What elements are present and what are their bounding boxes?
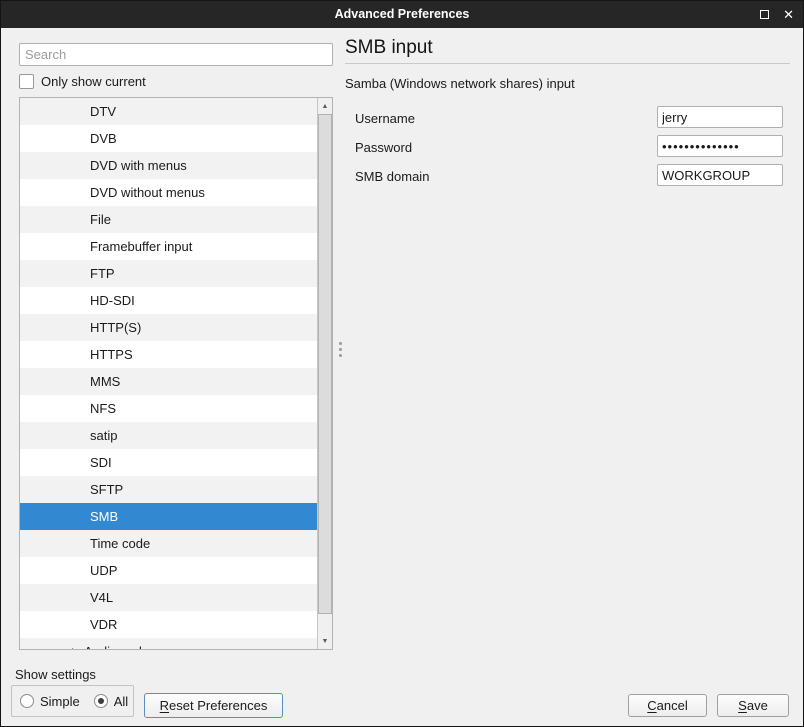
only-show-current-label: Only show current [41, 74, 146, 89]
tree-item[interactable]: HD-SDI [20, 287, 317, 314]
tree-item-label: HTTP(S) [90, 320, 141, 335]
show-settings-label: Show settings [15, 667, 96, 682]
tree-item-label: VDR [90, 617, 117, 632]
reset-button-label: eset Preferences [169, 698, 267, 713]
tree-item-label: DVB [90, 131, 117, 146]
scroll-up-button[interactable]: ▲ [318, 98, 332, 114]
tree-item[interactable]: DTV [20, 98, 317, 125]
tree-item-label: HD-SDI [90, 293, 135, 308]
reset-preferences-button[interactable]: Reset Preferences [144, 693, 283, 718]
tree-item-label: File [90, 212, 111, 227]
splitter-dot [339, 354, 342, 357]
save-button-label: ave [747, 698, 768, 713]
password-field[interactable] [657, 135, 783, 157]
tree-item-label: HTTPS [90, 347, 133, 362]
simple-radio[interactable] [20, 694, 34, 708]
tree-item[interactable]: Time code [20, 530, 317, 557]
tree-item[interactable]: SFTP [20, 476, 317, 503]
save-button-mnemonic: S [738, 698, 747, 713]
close-icon: ✕ [783, 7, 794, 22]
page-subtitle: Samba (Windows network shares) input [345, 76, 575, 91]
maximize-button[interactable] [760, 6, 769, 24]
titlebar: Advanced Preferences ✕ [1, 1, 803, 28]
tree-item-label: Time code [90, 536, 150, 551]
tree-item-label: UDP [90, 563, 117, 578]
cancel-button[interactable]: Cancel [628, 694, 707, 717]
page-title: SMB input [345, 37, 433, 59]
tree-item-label: NFS [90, 401, 116, 416]
tree-item-label: DVD with menus [90, 158, 187, 173]
splitter-dot [339, 342, 342, 345]
tree-item-selected[interactable]: SMB [20, 503, 317, 530]
tree-item[interactable]: HTTPS [20, 341, 317, 368]
expander-icon [72, 648, 77, 650]
tree-rows: DTV DVB DVD with menus DVD without menus… [20, 98, 317, 649]
arrow-down-icon: ▼ [322, 638, 329, 645]
tree-item[interactable]: V4L [20, 584, 317, 611]
cancel-button-mnemonic: C [647, 698, 656, 713]
scroll-down-button[interactable]: ▼ [318, 633, 332, 649]
username-field[interactable] [657, 106, 783, 128]
tree-item[interactable]: VDR [20, 611, 317, 638]
tree-item-label: SDI [90, 455, 112, 470]
advanced-preferences-window: Advanced Preferences ✕ Only show current… [0, 0, 804, 727]
tree-item[interactable]: satip [20, 422, 317, 449]
splitter-dot [339, 348, 342, 351]
tree-item-label: MMS [90, 374, 120, 389]
tree-item[interactable]: Audio codecs [20, 638, 317, 649]
tree-item-label: SFTP [90, 482, 123, 497]
simple-radio-label: Simple [40, 694, 80, 709]
tree-item-label: Framebuffer input [90, 239, 192, 254]
search-input[interactable] [19, 43, 333, 66]
tree-item[interactable]: File [20, 206, 317, 233]
maximize-icon [760, 10, 769, 19]
tree-item[interactable]: SDI [20, 449, 317, 476]
tree-item[interactable]: HTTP(S) [20, 314, 317, 341]
tree-item-label: satip [90, 428, 117, 443]
splitter-handle[interactable] [339, 342, 342, 358]
all-radio-label: All [114, 694, 128, 709]
tree-item-label: DTV [90, 104, 116, 119]
tree-item-label: V4L [90, 590, 113, 605]
arrow-up-icon: ▲ [322, 103, 329, 110]
tree-item-label: Audio codecs [84, 638, 162, 649]
tree-item-label: SMB [90, 509, 118, 524]
window-title: Advanced Preferences [1, 1, 803, 28]
tree-item[interactable]: DVB [20, 125, 317, 152]
tree-item[interactable]: MMS [20, 368, 317, 395]
settings-radio-group: Simple All [11, 685, 134, 717]
only-show-current-checkbox[interactable] [19, 74, 34, 89]
close-button[interactable]: ✕ [783, 8, 794, 21]
tree-item[interactable]: NFS [20, 395, 317, 422]
tree-item[interactable]: FTP [20, 260, 317, 287]
tree-item[interactable]: DVD without menus [20, 179, 317, 206]
tree-item[interactable]: DVD with menus [20, 152, 317, 179]
tree-item-label: DVD without menus [90, 185, 205, 200]
password-label: Password [355, 140, 412, 155]
preferences-tree: DTV DVB DVD with menus DVD without menus… [19, 97, 333, 650]
title-separator [345, 63, 790, 64]
scrollbar-thumb[interactable] [318, 114, 332, 614]
cancel-button-label: ancel [657, 698, 688, 713]
smb-domain-label: SMB domain [355, 169, 429, 184]
username-label: Username [355, 111, 415, 126]
smb-domain-field[interactable] [657, 164, 783, 186]
all-radio[interactable] [94, 694, 108, 708]
tree-item[interactable]: Framebuffer input [20, 233, 317, 260]
save-button[interactable]: Save [717, 694, 789, 717]
tree-scrollbar[interactable]: ▲ ▼ [317, 98, 332, 649]
tree-item-label: FTP [90, 266, 115, 281]
tree-item[interactable]: UDP [20, 557, 317, 584]
reset-button-mnemonic: R [160, 698, 169, 713]
